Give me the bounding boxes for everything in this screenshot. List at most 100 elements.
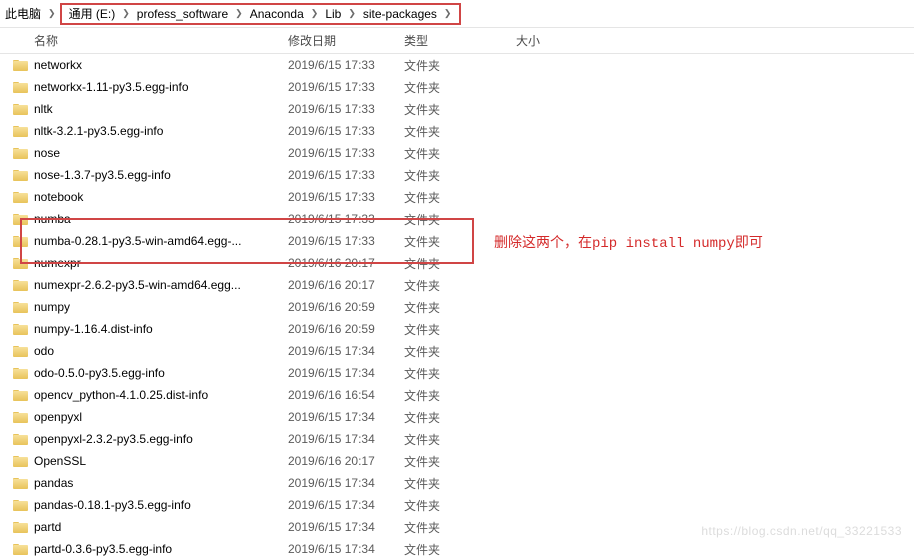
file-date: 2019/6/15 17:33 <box>288 168 404 182</box>
breadcrumb-item[interactable]: 通用 (E:) <box>66 5 119 22</box>
folder-icon <box>13 235 28 247</box>
file-type: 文件夹 <box>404 387 516 404</box>
header-size[interactable]: 大小 <box>516 34 540 48</box>
file-type: 文件夹 <box>404 145 516 162</box>
folder-icon <box>13 411 28 423</box>
file-name: networkx <box>34 58 288 72</box>
folder-icon <box>13 169 28 181</box>
file-row[interactable]: networkx2019/6/15 17:33文件夹 <box>0 54 914 76</box>
folder-icon <box>13 389 28 401</box>
file-type: 文件夹 <box>404 409 516 426</box>
breadcrumb-item[interactable]: site-packages <box>360 7 440 21</box>
annotation-text: 删除这两个，在pip install numpy即可 <box>494 232 763 252</box>
file-name: networkx-1.11-py3.5.egg-info <box>34 80 288 94</box>
folder-icon <box>13 279 28 291</box>
file-name: nose <box>34 146 288 160</box>
folder-icon <box>13 59 28 71</box>
file-date: 2019/6/15 17:34 <box>288 498 404 512</box>
folder-icon <box>13 433 28 445</box>
chevron-right-icon: ❯ <box>118 8 134 19</box>
file-type: 文件夹 <box>404 189 516 206</box>
file-row[interactable]: numpy-1.16.4.dist-info2019/6/16 20:59文件夹 <box>0 318 914 340</box>
file-type: 文件夹 <box>404 475 516 492</box>
breadcrumb-item[interactable]: profess_software <box>134 7 231 21</box>
file-type: 文件夹 <box>404 101 516 118</box>
header-type[interactable]: 类型 <box>404 34 428 48</box>
file-row[interactable]: odo2019/6/15 17:34文件夹 <box>0 340 914 362</box>
file-name: openpyxl-2.3.2-py3.5.egg-info <box>34 432 288 446</box>
folder-icon <box>13 191 28 203</box>
breadcrumb-item[interactable]: Anaconda <box>247 7 307 21</box>
header-date[interactable]: 修改日期 <box>288 34 336 48</box>
file-row[interactable]: numba-0.28.1-py3.5-win-amd64.egg-...2019… <box>0 230 914 252</box>
file-row[interactable]: opencv_python-4.1.0.25.dist-info2019/6/1… <box>0 384 914 406</box>
file-name: numexpr-2.6.2-py3.5-win-amd64.egg... <box>34 278 288 292</box>
file-date: 2019/6/15 17:33 <box>288 80 404 94</box>
file-date: 2019/6/15 17:34 <box>288 366 404 380</box>
file-row[interactable]: OpenSSL2019/6/16 20:17文件夹 <box>0 450 914 472</box>
folder-icon <box>13 455 28 467</box>
chevron-right-icon: ❯ <box>344 8 360 19</box>
file-name: numpy-1.16.4.dist-info <box>34 322 288 336</box>
file-name: nltk <box>34 102 288 116</box>
file-type: 文件夹 <box>404 343 516 360</box>
file-row[interactable]: numexpr-2.6.2-py3.5-win-amd64.egg...2019… <box>0 274 914 296</box>
file-type: 文件夹 <box>404 211 516 228</box>
breadcrumb-root[interactable]: 此电脑 <box>2 5 44 22</box>
folder-icon <box>13 543 28 555</box>
header-name[interactable]: 名称 <box>34 34 58 48</box>
file-type: 文件夹 <box>404 79 516 96</box>
file-date: 2019/6/16 20:17 <box>288 454 404 468</box>
breadcrumb-item[interactable]: Lib <box>322 7 344 21</box>
file-date: 2019/6/15 17:34 <box>288 476 404 490</box>
file-row[interactable]: partd-0.3.6-py3.5.egg-info2019/6/15 17:3… <box>0 538 914 560</box>
file-date: 2019/6/15 17:33 <box>288 146 404 160</box>
file-row[interactable]: openpyxl-2.3.2-py3.5.egg-info2019/6/15 1… <box>0 428 914 450</box>
file-row[interactable]: pandas2019/6/15 17:34文件夹 <box>0 472 914 494</box>
folder-icon <box>13 103 28 115</box>
file-name: numpy <box>34 300 288 314</box>
folder-icon <box>13 81 28 93</box>
file-name: odo <box>34 344 288 358</box>
file-list: networkx2019/6/15 17:33文件夹networkx-1.11-… <box>0 54 914 560</box>
folder-icon <box>13 125 28 137</box>
file-row[interactable]: networkx-1.11-py3.5.egg-info2019/6/15 17… <box>0 76 914 98</box>
chevron-right-icon: ❯ <box>44 8 60 19</box>
file-type: 文件夹 <box>404 497 516 514</box>
chevron-right-icon: ❯ <box>231 8 247 19</box>
file-row[interactable]: numba2019/6/15 17:33文件夹 <box>0 208 914 230</box>
folder-icon <box>13 345 28 357</box>
file-type: 文件夹 <box>404 453 516 470</box>
file-row[interactable]: nltk2019/6/15 17:33文件夹 <box>0 98 914 120</box>
file-row[interactable]: numpy2019/6/16 20:59文件夹 <box>0 296 914 318</box>
file-date: 2019/6/15 17:33 <box>288 190 404 204</box>
file-row[interactable]: notebook2019/6/15 17:33文件夹 <box>0 186 914 208</box>
file-date: 2019/6/16 20:59 <box>288 300 404 314</box>
file-row[interactable]: nltk-3.2.1-py3.5.egg-info2019/6/15 17:33… <box>0 120 914 142</box>
file-row[interactable]: openpyxl2019/6/15 17:34文件夹 <box>0 406 914 428</box>
file-date: 2019/6/15 17:33 <box>288 58 404 72</box>
file-name: OpenSSL <box>34 454 288 468</box>
file-date: 2019/6/15 17:33 <box>288 124 404 138</box>
file-row[interactable]: odo-0.5.0-py3.5.egg-info2019/6/15 17:34文… <box>0 362 914 384</box>
file-type: 文件夹 <box>404 431 516 448</box>
file-type: 文件夹 <box>404 255 516 272</box>
file-type: 文件夹 <box>404 365 516 382</box>
watermark: https://blog.csdn.net/qq_33221533 <box>701 524 902 538</box>
file-date: 2019/6/15 17:34 <box>288 410 404 424</box>
folder-icon <box>13 499 28 511</box>
file-row[interactable]: pandas-0.18.1-py3.5.egg-info2019/6/15 17… <box>0 494 914 516</box>
file-type: 文件夹 <box>404 321 516 338</box>
file-name: opencv_python-4.1.0.25.dist-info <box>34 388 288 402</box>
file-type: 文件夹 <box>404 299 516 316</box>
file-type: 文件夹 <box>404 167 516 184</box>
file-date: 2019/6/15 17:34 <box>288 520 404 534</box>
file-row[interactable]: nose2019/6/15 17:33文件夹 <box>0 142 914 164</box>
breadcrumb[interactable]: 此电脑 ❯ 通用 (E:) ❯ profess_software ❯ Anaco… <box>0 0 914 28</box>
file-date: 2019/6/15 17:34 <box>288 432 404 446</box>
file-type: 文件夹 <box>404 123 516 140</box>
file-row[interactable]: numexpr2019/6/16 20:17文件夹 <box>0 252 914 274</box>
file-name: numba-0.28.1-py3.5-win-amd64.egg-... <box>34 234 288 248</box>
folder-icon <box>13 323 28 335</box>
file-row[interactable]: nose-1.3.7-py3.5.egg-info2019/6/15 17:33… <box>0 164 914 186</box>
